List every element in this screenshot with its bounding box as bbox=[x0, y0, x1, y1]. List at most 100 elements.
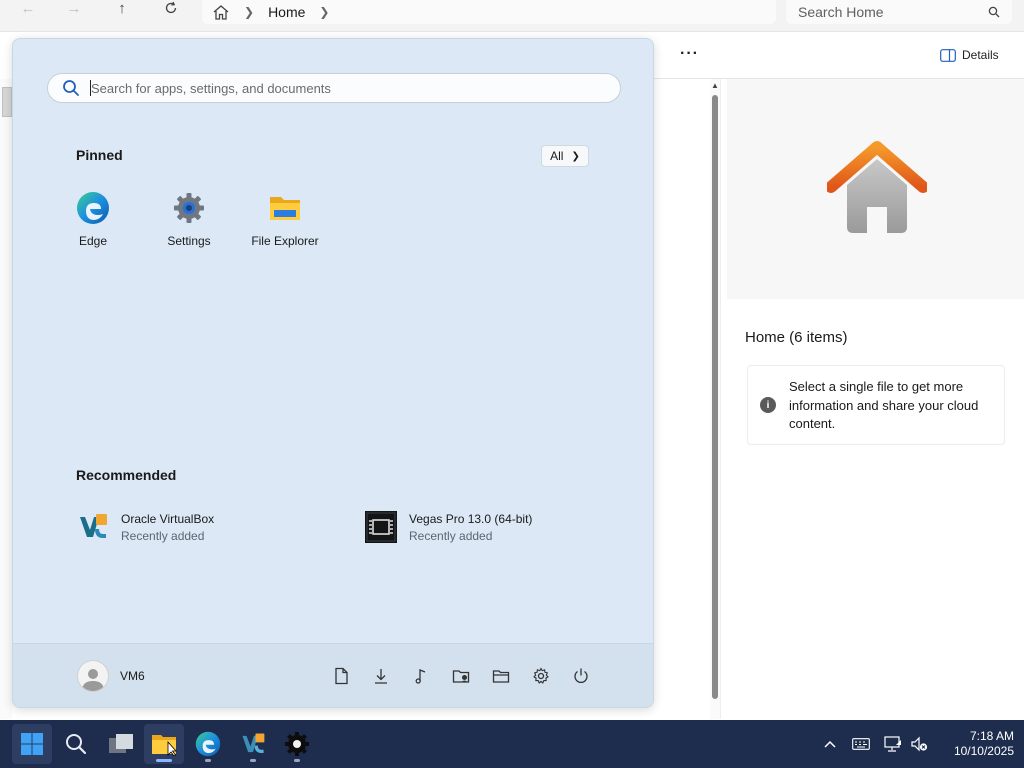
task-view-button[interactable] bbox=[101, 724, 141, 764]
network-icon bbox=[884, 736, 901, 752]
more-options-button[interactable]: ··· bbox=[680, 45, 699, 63]
keyboard-button[interactable] bbox=[851, 734, 871, 754]
scrollbar-thumb[interactable] bbox=[712, 95, 718, 699]
pinned-app-edge[interactable]: Edge bbox=[48, 191, 138, 248]
breadcrumb[interactable]: ❯ Home ❯ bbox=[202, 0, 776, 24]
navigation-pane-edge bbox=[0, 79, 12, 719]
all-apps-button[interactable]: All ❯ bbox=[541, 145, 589, 167]
info-icon: i bbox=[760, 397, 776, 413]
breadcrumb-home[interactable]: Home bbox=[268, 4, 305, 20]
nav-selection bbox=[2, 87, 12, 117]
volume-button[interactable] bbox=[909, 734, 929, 754]
taskbar-file-explorer[interactable] bbox=[144, 724, 184, 764]
command-bar: ··· Details bbox=[654, 33, 1024, 79]
vegas-icon bbox=[365, 511, 397, 543]
start-menu: Search for apps, settings, and documents… bbox=[12, 38, 654, 708]
vertical-scrollbar[interactable]: ▲ bbox=[710, 79, 720, 719]
clock-time: 7:18 AM bbox=[969, 729, 1014, 743]
details-label: Details bbox=[962, 48, 999, 62]
taskbar-virtualbox[interactable] bbox=[233, 724, 273, 764]
running-indicator bbox=[205, 759, 211, 762]
info-text: Select a single file to get more informa… bbox=[789, 379, 979, 431]
details-title: Home (6 items) bbox=[745, 329, 848, 346]
recommended-name: Oracle VirtualBox bbox=[121, 511, 215, 526]
recommended-subtitle: Recently added bbox=[121, 528, 205, 543]
address-bar: ← → ↑ ❯ Home ❯ Search Home bbox=[0, 0, 1024, 32]
refresh-button[interactable] bbox=[157, 0, 185, 16]
personal-folder-icon[interactable] bbox=[492, 667, 510, 685]
running-indicator bbox=[250, 759, 256, 762]
user-name: VM6 bbox=[120, 669, 145, 683]
settings-icon[interactable] bbox=[532, 667, 550, 685]
pinned-app-label: Edge bbox=[78, 234, 108, 248]
chevron-up-icon bbox=[824, 740, 836, 748]
power-icon[interactable] bbox=[572, 667, 590, 685]
details-pane: Home (6 items) i Select a single file to… bbox=[720, 79, 1024, 719]
network-button[interactable] bbox=[883, 734, 903, 754]
clock[interactable]: 7:18 AM 10/10/2025 bbox=[936, 729, 1014, 759]
info-card: i Select a single file to get more infor… bbox=[747, 365, 1005, 445]
forward-button[interactable]: → bbox=[60, 0, 88, 17]
user-account-button[interactable]: VM6 bbox=[77, 660, 145, 692]
keyboard-icon bbox=[852, 738, 870, 750]
start-footer: VM6 bbox=[13, 643, 653, 707]
virtualbox-icon bbox=[242, 733, 265, 753]
file-explorer-icon bbox=[152, 735, 177, 756]
pinned-app-label: File Explorer bbox=[251, 234, 319, 248]
recommended-subtitle: Recently added bbox=[409, 528, 493, 543]
virtualbox-icon bbox=[80, 514, 107, 538]
documents-icon[interactable] bbox=[332, 667, 350, 685]
volume-muted-icon bbox=[911, 736, 928, 752]
pinned-app-label: Settings bbox=[167, 234, 211, 248]
start-search-input[interactable]: Search for apps, settings, and documents bbox=[47, 73, 621, 103]
music-icon[interactable] bbox=[412, 667, 430, 685]
network-folder-icon[interactable] bbox=[452, 667, 470, 685]
all-apps-label: All bbox=[550, 149, 564, 163]
details-button[interactable]: Details bbox=[940, 48, 999, 62]
home-icon bbox=[827, 141, 927, 233]
chevron-right-icon[interactable]: ❯ bbox=[319, 5, 329, 19]
pinned-title: Pinned bbox=[76, 147, 123, 163]
avatar bbox=[77, 660, 109, 692]
chevron-right-icon: ❯ bbox=[244, 5, 255, 19]
recommended-name: Vegas Pro 13.0 (64-bit) bbox=[409, 511, 533, 526]
show-hidden-icons-button[interactable] bbox=[820, 734, 840, 754]
home-icon bbox=[213, 5, 229, 20]
search-icon bbox=[988, 6, 1000, 18]
user-icon bbox=[82, 669, 104, 691]
details-pane-icon bbox=[940, 48, 956, 62]
chevron-right-icon: ❯ bbox=[571, 150, 580, 162]
edge-icon bbox=[195, 731, 221, 757]
search-home-placeholder: Search Home bbox=[798, 4, 884, 20]
start-button[interactable] bbox=[12, 724, 52, 764]
scroll-up-arrow-icon[interactable]: ▲ bbox=[711, 81, 719, 90]
running-indicator bbox=[294, 759, 300, 762]
edge-icon bbox=[77, 192, 109, 224]
search-home-input[interactable]: Search Home bbox=[786, 0, 1012, 24]
downloads-icon[interactable] bbox=[372, 667, 390, 685]
gear-icon bbox=[174, 193, 204, 223]
up-button[interactable]: ↑ bbox=[108, 0, 136, 17]
taskbar-search-button[interactable] bbox=[56, 724, 96, 764]
settings-icon bbox=[285, 732, 309, 756]
search-icon bbox=[66, 734, 87, 755]
clock-date: 10/10/2025 bbox=[953, 744, 1014, 758]
start-icon bbox=[21, 733, 43, 755]
recommended-item-vegas-pro[interactable]: Vegas Pro 13.0 (64-bit) Recently added bbox=[365, 511, 532, 543]
preview-area bbox=[727, 79, 1024, 299]
recommended-item-virtualbox[interactable]: Oracle VirtualBox Recently added bbox=[77, 511, 214, 543]
taskbar-settings[interactable] bbox=[277, 724, 317, 764]
recommended-title: Recommended bbox=[76, 467, 177, 483]
pinned-app-file-explorer[interactable]: File Explorer bbox=[240, 191, 330, 248]
search-icon bbox=[63, 80, 79, 96]
file-list-area[interactable] bbox=[654, 79, 710, 719]
taskbar bbox=[0, 720, 1024, 768]
back-button[interactable]: ← bbox=[14, 0, 42, 17]
taskbar-edge[interactable] bbox=[188, 724, 228, 764]
folder-icon bbox=[270, 197, 300, 220]
start-search-placeholder: Search for apps, settings, and documents bbox=[91, 80, 331, 96]
refresh-icon bbox=[165, 1, 177, 14]
task-view-icon bbox=[109, 734, 133, 753]
running-indicator bbox=[156, 759, 172, 762]
pinned-app-settings[interactable]: Settings bbox=[144, 191, 234, 248]
